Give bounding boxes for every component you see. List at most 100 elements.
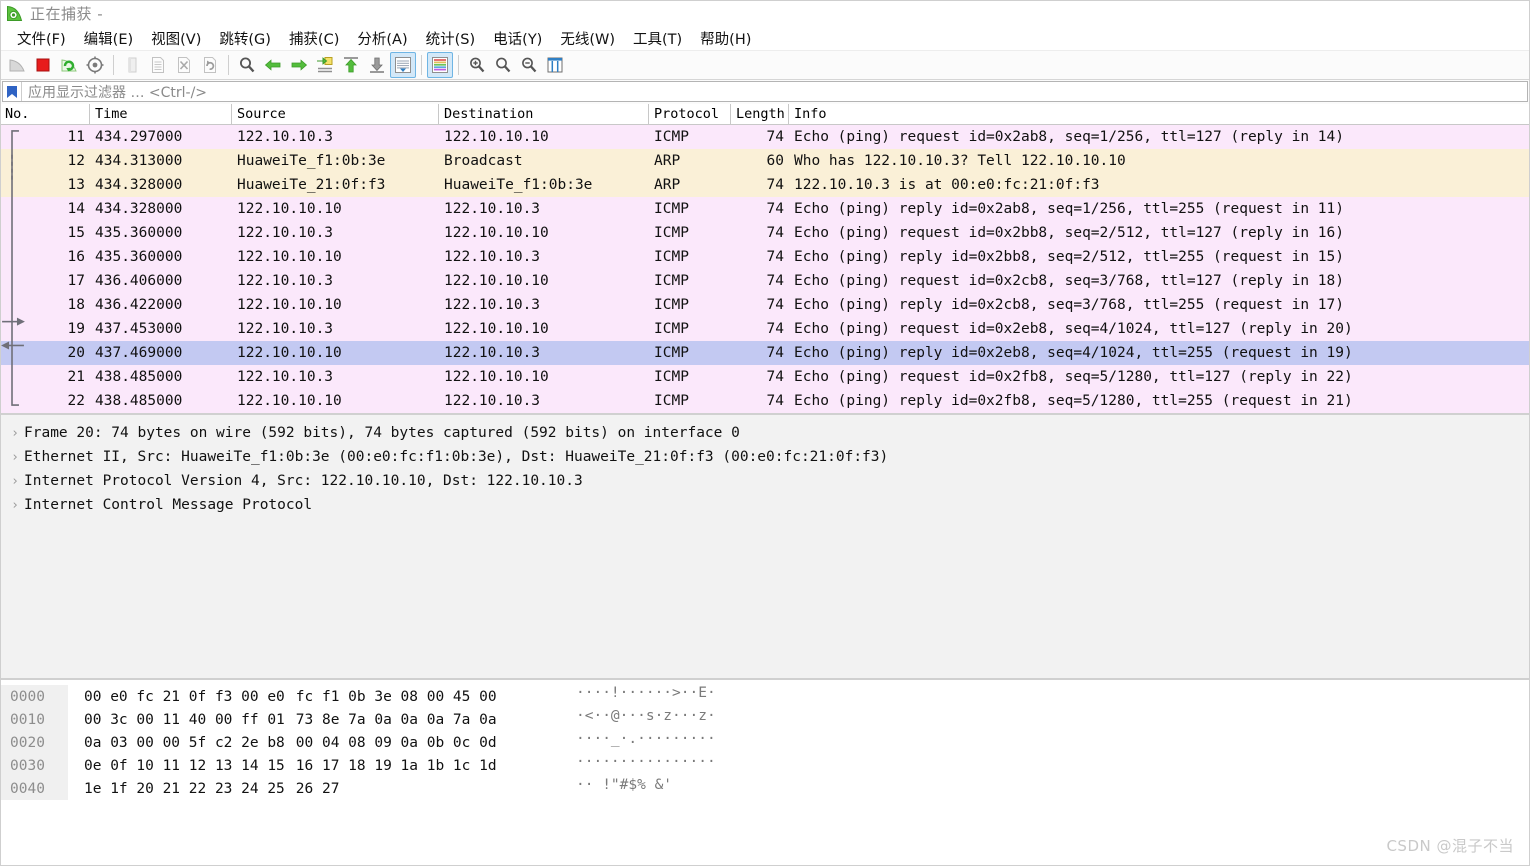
menu-file[interactable]: 文件(F): [8, 27, 75, 50]
table-row[interactable]: 21 438.485000 122.10.10.3 122.10.10.10 ICMP 7…: [0, 365, 1530, 389]
cell-protocol: ICMP: [654, 225, 689, 241]
start-capture-icon[interactable]: [4, 52, 30, 78]
hex-row[interactable]: 0000 00 e0 fc 21 0f f3 00 e0 fc f1 0b 3e 0…: [0, 685, 1530, 708]
menu-view[interactable]: 视图(V): [142, 27, 210, 50]
hex-bytes-right: 73 8e 7a 0a 0a 0a 7a 0a: [295, 711, 497, 728]
packet-detail-pane[interactable]: › Frame 20: 74 bytes on wire (592 bits), …: [0, 415, 1530, 680]
search-input[interactable]: 应用显示过滤器 … <Ctrl-/>: [2, 81, 1528, 102]
table-row[interactable]: 22 438.485000 122.10.10.10 122.10.10.3 ICMP 7…: [0, 389, 1530, 413]
menu-analyze[interactable]: 分析(A): [348, 27, 416, 50]
detail-ipv4[interactable]: › Internet Protocol Version 4, Src: 122.1…: [0, 469, 1530, 493]
table-row[interactable]: 15 435.360000 122.10.10.3 122.10.10.10 ICMP 7…: [0, 221, 1530, 245]
column-no[interactable]: No.: [0, 104, 90, 124]
resize-columns-icon[interactable]: [542, 52, 568, 78]
column-source[interactable]: Source: [232, 104, 439, 124]
hex-ascii-right: s·z···z·: [645, 708, 716, 724]
detail-ethernet[interactable]: › Ethernet II, Src: HuaweiTe_f1:0b:3e (00…: [0, 445, 1530, 469]
cell-info: Who has 122.10.10.3? Tell 122.10.10.10: [794, 153, 1126, 169]
menu-go[interactable]: 跳转(G): [210, 27, 280, 50]
chevron-right-icon[interactable]: ›: [6, 450, 24, 465]
cell-no: 21: [67, 369, 85, 385]
cell-source: 122.10.10.3: [237, 225, 334, 241]
table-row[interactable]: 14 434.328000 122.10.10.10 122.10.10.3 ICMP 7…: [0, 197, 1530, 221]
chevron-right-icon[interactable]: ›: [6, 474, 24, 489]
detail-text: Frame 20: 74 bytes on wire (592 bits), 7…: [24, 425, 740, 441]
cell-no: 18: [67, 297, 85, 313]
column-protocol[interactable]: Protocol: [649, 104, 731, 124]
bookmark-icon[interactable]: [3, 82, 22, 101]
zoom-reset-icon[interactable]: [516, 52, 542, 78]
hex-ascii-left: ········: [576, 754, 646, 770]
cell-no: 13: [67, 177, 85, 193]
hex-row[interactable]: 0030 0e 0f 10 11 12 13 14 15 16 17 18 19 1…: [0, 754, 1530, 777]
hex-row[interactable]: 0010 00 3c 00 11 40 00 ff 01 73 8e 7a 0a 0…: [0, 708, 1530, 731]
menu-edit[interactable]: 编辑(E): [75, 27, 142, 50]
go-last-packet-icon[interactable]: [364, 52, 390, 78]
column-time[interactable]: Time: [90, 104, 232, 124]
colorize-packets-icon[interactable]: [427, 52, 453, 78]
cell-info: Echo (ping) reply id=0x2cb8, seq=3/768, …: [794, 297, 1344, 313]
toolbar-separator-4: [458, 55, 459, 75]
packet-bytes-pane[interactable]: 0000 00 e0 fc 21 0f f3 00 e0 fc f1 0b 3e 0…: [0, 680, 1530, 866]
go-to-packet-icon[interactable]: [312, 52, 338, 78]
cell-source: 122.10.10.3: [237, 129, 334, 145]
cell-time: 437.453000: [95, 321, 183, 337]
hex-ascii-left: ····_·.·: [576, 731, 646, 747]
column-destination[interactable]: Destination: [439, 104, 649, 124]
cell-source: HuaweiTe_f1:0b:3e: [237, 153, 386, 169]
menu-tools[interactable]: 工具(T): [624, 27, 691, 50]
table-row[interactable]: 12 434.313000 HuaweiTe_f1:0b:3e Broadcast AR…: [0, 149, 1530, 173]
zoom-in-icon[interactable]: [464, 52, 490, 78]
table-row[interactable]: 20 437.469000 122.10.10.10 122.10.10.3 ICMP 7…: [0, 341, 1530, 365]
menu-telephony[interactable]: 电话(Y): [484, 27, 551, 50]
detail-frame[interactable]: › Frame 20: 74 bytes on wire (592 bits), …: [0, 421, 1530, 445]
menu-wireless[interactable]: 无线(W): [551, 27, 624, 50]
save-file-icon[interactable]: [145, 52, 171, 78]
filter-placeholder: 应用显示过滤器 … <Ctrl-/>: [28, 84, 208, 101]
table-row[interactable]: 13 434.328000 HuaweiTe_21:0f:f3 HuaweiTe_f1…: [0, 173, 1530, 197]
packet-list-body[interactable]: 11 434.297000 122.10.10.3 122.10.10.10 ICMP 7…: [0, 125, 1530, 413]
cell-source: 122.10.10.3: [237, 321, 334, 337]
column-info[interactable]: Info: [789, 104, 1530, 124]
hex-bytes: 0e 0f 10 11 12 13 14 15 16 17 18 19 1a 1b…: [68, 758, 497, 774]
cell-source: 122.10.10.10: [237, 297, 342, 313]
menu-help[interactable]: 帮助(H): [691, 27, 760, 50]
table-row[interactable]: 18 436.422000 122.10.10.10 122.10.10.3 ICMP 7…: [0, 293, 1530, 317]
column-length[interactable]: Length: [731, 104, 789, 124]
zoom-out-icon[interactable]: [490, 52, 516, 78]
hex-row[interactable]: 0040 1e 1f 20 21 22 23 24 25 26 27: [0, 777, 1530, 800]
restart-capture-icon[interactable]: [56, 52, 82, 78]
open-file-icon[interactable]: [119, 52, 145, 78]
detail-icmp[interactable]: › Internet Control Message Protocol: [0, 493, 1530, 517]
hex-bytes-right: 26 27: [295, 780, 340, 797]
chevron-right-icon[interactable]: ›: [6, 498, 24, 513]
stop-capture-icon[interactable]: [30, 52, 56, 78]
hex-bytes: 00 3c 00 11 40 00 ff 01 73 8e 7a 0a 0a 0a…: [68, 712, 497, 728]
hex-bytes-left: 00 e0 fc 21 0f f3 00 e0: [84, 688, 285, 705]
close-file-icon[interactable]: [171, 52, 197, 78]
go-forward-icon[interactable]: [286, 52, 312, 78]
hex-ascii: ·· !"#$% &': [576, 777, 672, 793]
cell-length: 74: [766, 225, 784, 241]
table-row[interactable]: 11 434.297000 122.10.10.3 122.10.10.10 ICMP 7…: [0, 125, 1530, 149]
table-row[interactable]: 17 436.406000 122.10.10.3 122.10.10.10 ICMP 7…: [0, 269, 1530, 293]
go-first-packet-icon[interactable]: [338, 52, 364, 78]
find-packet-icon[interactable]: [234, 52, 260, 78]
watermark: CSDN @混子不当: [1386, 837, 1514, 855]
reload-file-icon[interactable]: [197, 52, 223, 78]
go-back-icon[interactable]: [260, 52, 286, 78]
auto-scroll-icon[interactable]: [390, 52, 416, 78]
table-row[interactable]: 19 437.453000 122.10.10.3 122.10.10.10 ICMP 7…: [0, 317, 1530, 341]
hex-row[interactable]: 0020 0a 03 00 00 5f c2 2e b8 00 04 08 09 0…: [0, 731, 1530, 754]
menu-capture[interactable]: 捕获(C): [280, 27, 348, 50]
hex-offset: 0030: [0, 754, 68, 777]
hex-bytes: 1e 1f 20 21 22 23 24 25 26 27: [68, 781, 339, 797]
table-row[interactable]: 16 435.360000 122.10.10.10 122.10.10.3 ICMP 7…: [0, 245, 1530, 269]
chevron-right-icon[interactable]: ›: [6, 426, 24, 441]
menu-statistics[interactable]: 统计(S): [417, 27, 485, 50]
packet-list-pane[interactable]: No. Time Source Destination Protocol Len…: [0, 104, 1530, 415]
cell-source: 122.10.10.10: [237, 249, 342, 265]
hex-ascii-left: ·· !"#$%: [576, 777, 646, 793]
cell-destination: 122.10.10.10: [444, 273, 549, 289]
capture-options-icon[interactable]: [82, 52, 108, 78]
